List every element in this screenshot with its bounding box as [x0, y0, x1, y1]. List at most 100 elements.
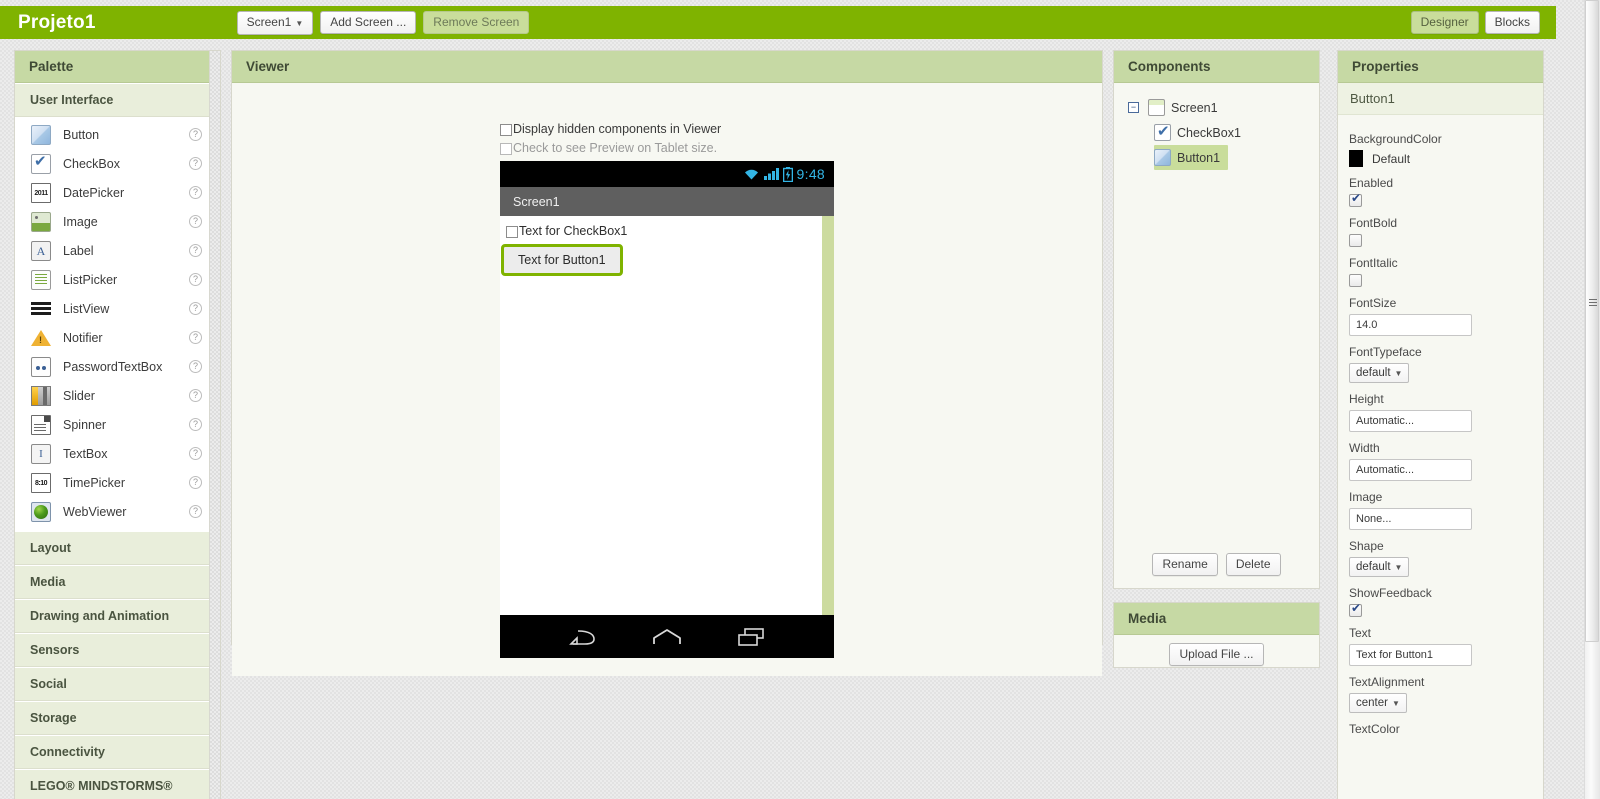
palette-item-textbox[interactable]: ITextBox? — [15, 439, 220, 468]
add-screen-button[interactable]: Add Screen ... — [320, 11, 416, 34]
palette-item-label: TimePicker — [63, 476, 125, 490]
palette-item-datepicker[interactable]: 2011DatePicker? — [15, 178, 220, 207]
property-input-fontsize[interactable]: 14.0 — [1349, 314, 1472, 336]
recents-icon[interactable] — [736, 626, 766, 648]
palette-item-timepicker[interactable]: 8:10TimePicker? — [15, 468, 220, 497]
phone-preview: 9:48 Screen1 Text for CheckBox1 Text for… — [500, 161, 834, 658]
remove-screen-button[interactable]: Remove Screen — [423, 11, 529, 34]
palette-item-label[interactable]: ALabel? — [15, 236, 220, 265]
palette-category-lego-mindstorms[interactable]: LEGO® MINDSTORMS® — [15, 769, 220, 799]
palette-item-button[interactable]: Button? — [15, 120, 220, 149]
palette-item-listpicker[interactable]: ListPicker? — [15, 265, 220, 294]
property-select-textalignment[interactable]: center▼ — [1349, 693, 1407, 713]
help-icon[interactable]: ? — [189, 476, 202, 489]
property-label-image: Image — [1349, 490, 1543, 504]
checkbox-icon — [1154, 124, 1171, 141]
checkbox-icon[interactable] — [500, 124, 512, 136]
tree-item-screen1[interactable]: − Screen1 — [1128, 95, 1319, 120]
help-icon[interactable]: ? — [189, 389, 202, 402]
property-input-image[interactable]: None... — [1349, 508, 1472, 530]
palette-scrollbar[interactable] — [209, 51, 220, 799]
help-icon[interactable]: ? — [189, 273, 202, 286]
property-input-width[interactable]: Automatic... — [1349, 459, 1472, 481]
tree-item-button1[interactable]: Button1 — [1154, 145, 1228, 170]
slider-icon — [31, 386, 51, 406]
property-input-text[interactable]: Text for Button1 — [1349, 644, 1472, 666]
palette-item-notifier[interactable]: Notifier? — [15, 323, 220, 352]
property-checkbox-enabled[interactable] — [1349, 194, 1362, 207]
mock-button1[interactable]: Text for Button1 — [503, 246, 621, 274]
checkbox-icon[interactable] — [500, 143, 512, 155]
property-label-fontsize: FontSize — [1349, 296, 1543, 310]
tablet-preview-checkbox[interactable]: Check to see Preview on Tablet size. — [500, 141, 717, 155]
home-icon[interactable] — [651, 627, 683, 647]
phone-navigation-bar — [500, 615, 834, 658]
help-icon[interactable]: ? — [189, 128, 202, 141]
palette-category-user-interface[interactable]: User Interface — [15, 83, 220, 117]
phone-status-time: 9:48 — [797, 166, 825, 182]
palette-item-image[interactable]: Image? — [15, 207, 220, 236]
chevron-down-icon: ▼ — [1392, 699, 1400, 708]
palette-category-drawing-and-animation[interactable]: Drawing and Animation — [15, 599, 220, 633]
help-icon[interactable]: ? — [189, 215, 202, 228]
palette-category-social[interactable]: Social — [15, 667, 220, 701]
palette-category-storage[interactable]: Storage — [15, 701, 220, 735]
property-select-fonttypeface[interactable]: default▼ — [1349, 363, 1409, 383]
help-icon[interactable]: ? — [189, 505, 202, 518]
help-icon[interactable]: ? — [189, 302, 202, 315]
properties-panel: Properties Button1 BackgroundColorDefaul… — [1337, 50, 1544, 799]
palette-item-slider[interactable]: Slider? — [15, 381, 220, 410]
property-checkbox-fontbold[interactable] — [1349, 234, 1362, 247]
property-input-height[interactable]: Automatic... — [1349, 410, 1472, 432]
tree-collapse-icon[interactable]: − — [1128, 102, 1139, 113]
rename-button[interactable]: Rename — [1152, 553, 1217, 576]
display-hidden-components-checkbox[interactable]: Display hidden components in Viewer — [500, 122, 721, 136]
webviewer-icon — [31, 502, 51, 522]
palette-category-sensors[interactable]: Sensors — [15, 633, 220, 667]
help-icon[interactable]: ? — [189, 331, 202, 344]
blocks-tab-button[interactable]: Blocks — [1485, 11, 1540, 34]
help-icon[interactable]: ? — [189, 418, 202, 431]
checkbox-icon[interactable] — [506, 226, 518, 238]
palette-item-label: Label — [63, 244, 94, 258]
help-icon[interactable]: ? — [189, 360, 202, 373]
designer-tab-button[interactable]: Designer — [1411, 11, 1479, 34]
palette-category-media[interactable]: Media — [15, 565, 220, 599]
page-scrollbar-thumb[interactable] — [1585, 0, 1599, 642]
palette-category-list: LayoutMediaDrawing and AnimationSensorsS… — [15, 531, 220, 799]
notifier-icon — [31, 328, 51, 348]
mock-checkbox1-label: Text for CheckBox1 — [519, 224, 627, 238]
palette-item-webviewer[interactable]: WebViewer? — [15, 497, 220, 526]
components-panel: Components −Screen1CheckBox1Button1 Rena… — [1113, 50, 1320, 589]
palette-category-layout[interactable]: Layout — [15, 531, 220, 565]
property-select-shape[interactable]: default▼ — [1349, 557, 1409, 577]
palette-item-listview[interactable]: ListView? — [15, 294, 220, 323]
palette-item-label: TextBox — [63, 447, 107, 461]
help-icon[interactable]: ? — [189, 186, 202, 199]
properties-list: BackgroundColorDefaultEnabledFontBoldFon… — [1338, 115, 1543, 736]
property-checkbox-fontitalic[interactable] — [1349, 274, 1362, 287]
mock-checkbox1[interactable]: Text for CheckBox1 — [506, 224, 627, 238]
upload-file-button[interactable]: Upload File ... — [1169, 643, 1263, 666]
screen-icon — [1148, 99, 1165, 116]
palette-item-passwordtextbox[interactable]: PasswordTextBox? — [15, 352, 220, 381]
phone-scrollbar[interactable] — [822, 216, 834, 615]
property-color-value: Default — [1372, 152, 1410, 166]
property-checkbox-showfeedback[interactable] — [1349, 604, 1362, 617]
project-title: Projeto1 — [18, 12, 96, 34]
color-swatch-icon[interactable] — [1349, 150, 1363, 167]
help-icon[interactable]: ? — [189, 447, 202, 460]
delete-button[interactable]: Delete — [1226, 553, 1281, 576]
palette-item-spinner[interactable]: Spinner? — [15, 410, 220, 439]
palette-category-connectivity[interactable]: Connectivity — [15, 735, 220, 769]
signal-bars-icon — [764, 167, 779, 181]
tree-item-checkbox1[interactable]: CheckBox1 — [1154, 120, 1319, 145]
screen-select-dropdown[interactable]: Screen1▼ — [237, 11, 314, 35]
page-scrollbar-track[interactable] — [1584, 0, 1600, 799]
property-color-backgroundcolor[interactable]: Default — [1349, 150, 1543, 167]
help-icon[interactable]: ? — [189, 244, 202, 257]
back-arrow-icon[interactable] — [568, 626, 598, 648]
palette-item-checkbox[interactable]: CheckBox? — [15, 149, 220, 178]
tree-item-label: Screen1 — [1171, 101, 1218, 115]
help-icon[interactable]: ? — [189, 157, 202, 170]
